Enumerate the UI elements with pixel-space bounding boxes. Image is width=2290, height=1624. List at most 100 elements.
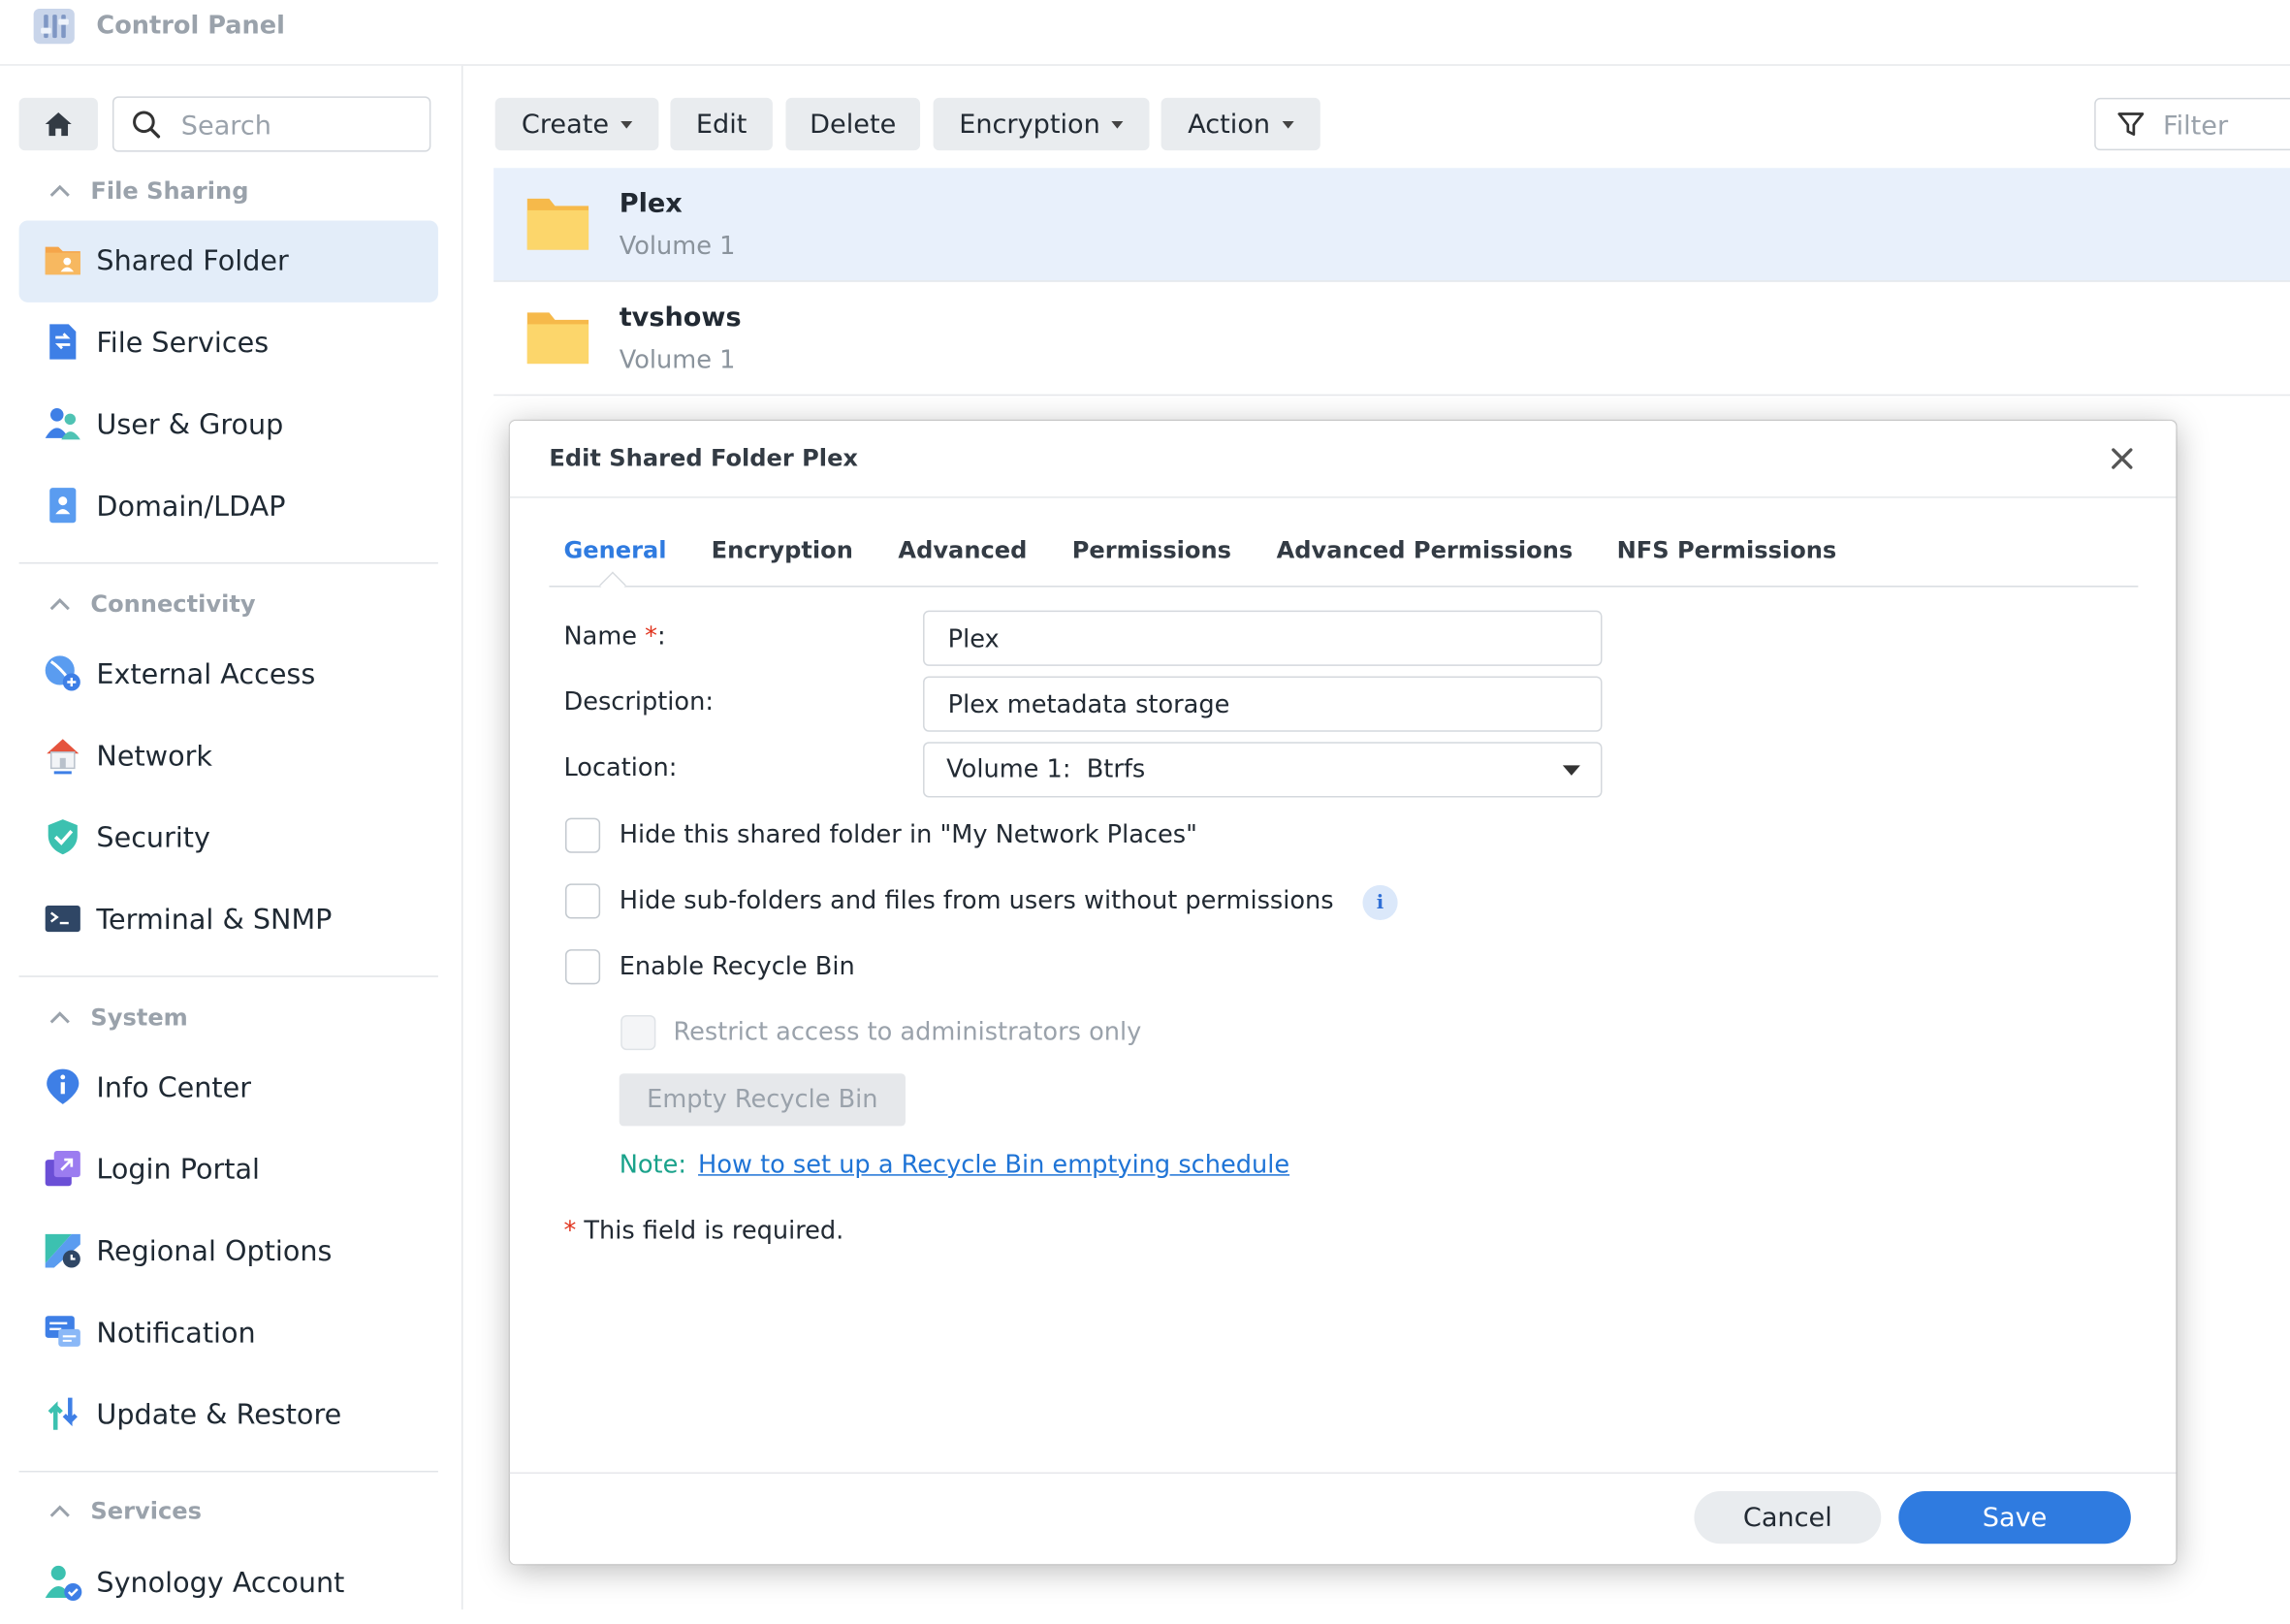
- hide-subfolders-checkbox[interactable]: [564, 883, 601, 919]
- info-center-icon: [47, 1068, 80, 1104]
- sidebar-item-label: Security: [96, 822, 210, 855]
- edit-button[interactable]: Edit: [670, 97, 773, 151]
- sidebar-item-info-center[interactable]: Info Center: [19, 1047, 438, 1129]
- section-title: Connectivity: [90, 589, 256, 619]
- active-tab-indicator: [599, 571, 626, 599]
- hide-network-places-checkbox[interactable]: [564, 817, 601, 853]
- close-icon[interactable]: [2108, 444, 2137, 473]
- description-field[interactable]: [923, 676, 1603, 732]
- name-field[interactable]: [923, 610, 1603, 666]
- required-field-note: * This field is required.: [563, 1217, 843, 1246]
- sidebar-item-notification[interactable]: Notification: [19, 1292, 438, 1374]
- cancel-button[interactable]: Cancel: [1694, 1491, 1882, 1544]
- sidebar-item-terminal-snmp[interactable]: Terminal & SNMP: [19, 879, 438, 961]
- name-input[interactable]: [944, 621, 1579, 659]
- sidebar-divider: [18, 975, 438, 977]
- tab-advanced-permissions[interactable]: Advanced Permissions: [1277, 536, 1574, 564]
- encryption-label: Encryption: [959, 109, 1100, 140]
- action-label: Action: [1188, 109, 1271, 140]
- location-select[interactable]: Volume 1: Btrfs: [923, 742, 1603, 798]
- hide-network-places-label[interactable]: Hide this shared folder in "My Network P…: [620, 821, 1197, 850]
- dialog-header-divider: [509, 496, 2177, 498]
- notification-icon: [45, 1316, 80, 1347]
- update-restore-icon: [48, 1397, 78, 1430]
- sidebar-item-synology-account[interactable]: Synology Account: [19, 1543, 438, 1624]
- folder-volume: Volume 1: [619, 232, 736, 262]
- caret-down-icon: [1111, 120, 1124, 128]
- restrict-admin-label: Restrict access to administrators only: [673, 1017, 1142, 1048]
- filter-input[interactable]: [2159, 108, 2290, 143]
- hide-subfolders-label[interactable]: Hide sub-folders and files from users wi…: [620, 886, 1334, 915]
- encryption-button[interactable]: Encryption: [933, 97, 1150, 151]
- sidebar-item-login-portal[interactable]: Login Portal: [19, 1129, 438, 1210]
- regional-options-icon: [45, 1233, 80, 1268]
- sidebar-item-network[interactable]: Network: [19, 716, 438, 797]
- sidebar-item-regional-options[interactable]: Regional Options: [19, 1211, 438, 1292]
- filter-funnel-icon: [2117, 112, 2145, 136]
- sidebar-item-label: Terminal & SNMP: [96, 904, 333, 937]
- window-title: Control Panel: [96, 12, 285, 42]
- info-icon[interactable]: i: [1362, 884, 1398, 921]
- tab-encryption[interactable]: Encryption: [712, 536, 853, 564]
- section-title: File Sharing: [90, 176, 249, 205]
- folder-row[interactable]: Plex Volume 1: [493, 168, 2290, 282]
- enable-recycle-bin-label[interactable]: Enable Recycle Bin: [620, 952, 855, 981]
- create-label: Create: [521, 109, 610, 140]
- search-icon: [133, 111, 161, 139]
- sidebar-item-label: Regional Options: [96, 1235, 333, 1268]
- tab-general[interactable]: General: [563, 536, 666, 564]
- section-system[interactable]: System: [49, 1003, 188, 1032]
- section-title: System: [90, 1003, 188, 1032]
- create-button[interactable]: Create: [494, 97, 659, 151]
- sidebar-item-label: User & Group: [96, 408, 284, 441]
- sidebar-item-file-services[interactable]: File Services: [19, 303, 438, 384]
- folder-name: tvshows: [619, 302, 742, 334]
- section-services[interactable]: Services: [49, 1497, 202, 1525]
- sidebar-item-label: Shared Folder: [96, 245, 289, 278]
- control-panel-icon: [33, 9, 75, 45]
- dialog-title: Edit Shared Folder Plex: [549, 443, 858, 472]
- save-button[interactable]: Save: [1898, 1491, 2131, 1544]
- sidebar-item-label: External Access: [96, 658, 316, 691]
- dialog-footer-divider: [509, 1472, 2177, 1474]
- external-access-icon: [45, 655, 80, 691]
- section-title: Services: [90, 1497, 202, 1525]
- sidebar-item-external-access[interactable]: External Access: [19, 634, 438, 716]
- section-connectivity[interactable]: Connectivity: [49, 589, 256, 619]
- sidebar-item-update-restore[interactable]: Update & Restore: [19, 1375, 438, 1456]
- recycle-bin-schedule-link[interactable]: How to set up a Recycle Bin emptying sch…: [698, 1151, 1289, 1180]
- section-file-sharing[interactable]: File Sharing: [49, 176, 248, 205]
- folder-row[interactable]: tvshows Volume 1: [493, 282, 2290, 397]
- sidebar-item-label: Network: [96, 740, 212, 773]
- name-label-text: Name: [563, 621, 638, 652]
- delete-button[interactable]: Delete: [785, 97, 921, 151]
- synology-account-icon: [45, 1565, 82, 1602]
- chevron-up-icon: [49, 598, 70, 611]
- sidebar-divider: [18, 1470, 438, 1473]
- tab-permissions[interactable]: Permissions: [1072, 536, 1231, 564]
- terminal-icon: [45, 905, 80, 933]
- description-input[interactable]: [944, 686, 1579, 725]
- action-button[interactable]: Action: [1161, 97, 1320, 151]
- sidebar-item-label: Update & Restore: [96, 1399, 342, 1432]
- search-input[interactable]: [177, 106, 418, 145]
- sidebar-item-domain-ldap[interactable]: Domain/LDAP: [19, 466, 438, 548]
- user-group-icon: [45, 408, 80, 440]
- sidebar: File Sharing Shared Folder File Services: [0, 65, 463, 1610]
- sidebar-search[interactable]: [111, 96, 431, 152]
- enable-recycle-bin-checkbox[interactable]: [564, 949, 601, 985]
- edit-shared-folder-dialog: Edit Shared Folder Plex General Encrypti…: [509, 420, 2177, 1565]
- tab-underline: [549, 586, 2139, 588]
- location-label: Location:: [563, 753, 678, 783]
- sidebar-item-security[interactable]: Security: [19, 797, 438, 878]
- name-label: Name *:: [563, 622, 665, 652]
- title-bar: Control Panel: [0, 0, 2290, 66]
- filter-field[interactable]: [2094, 97, 2290, 151]
- sidebar-item-shared-folder[interactable]: Shared Folder: [18, 220, 438, 303]
- sidebar-item-user-group[interactable]: User & Group: [19, 384, 438, 465]
- tab-advanced[interactable]: Advanced: [898, 536, 1027, 564]
- required-asterisk: *: [563, 1216, 577, 1246]
- home-button[interactable]: [18, 97, 98, 151]
- empty-recycle-bin-button: Empty Recycle Bin: [619, 1073, 906, 1127]
- tab-nfs-permissions[interactable]: NFS Permissions: [1617, 536, 1837, 564]
